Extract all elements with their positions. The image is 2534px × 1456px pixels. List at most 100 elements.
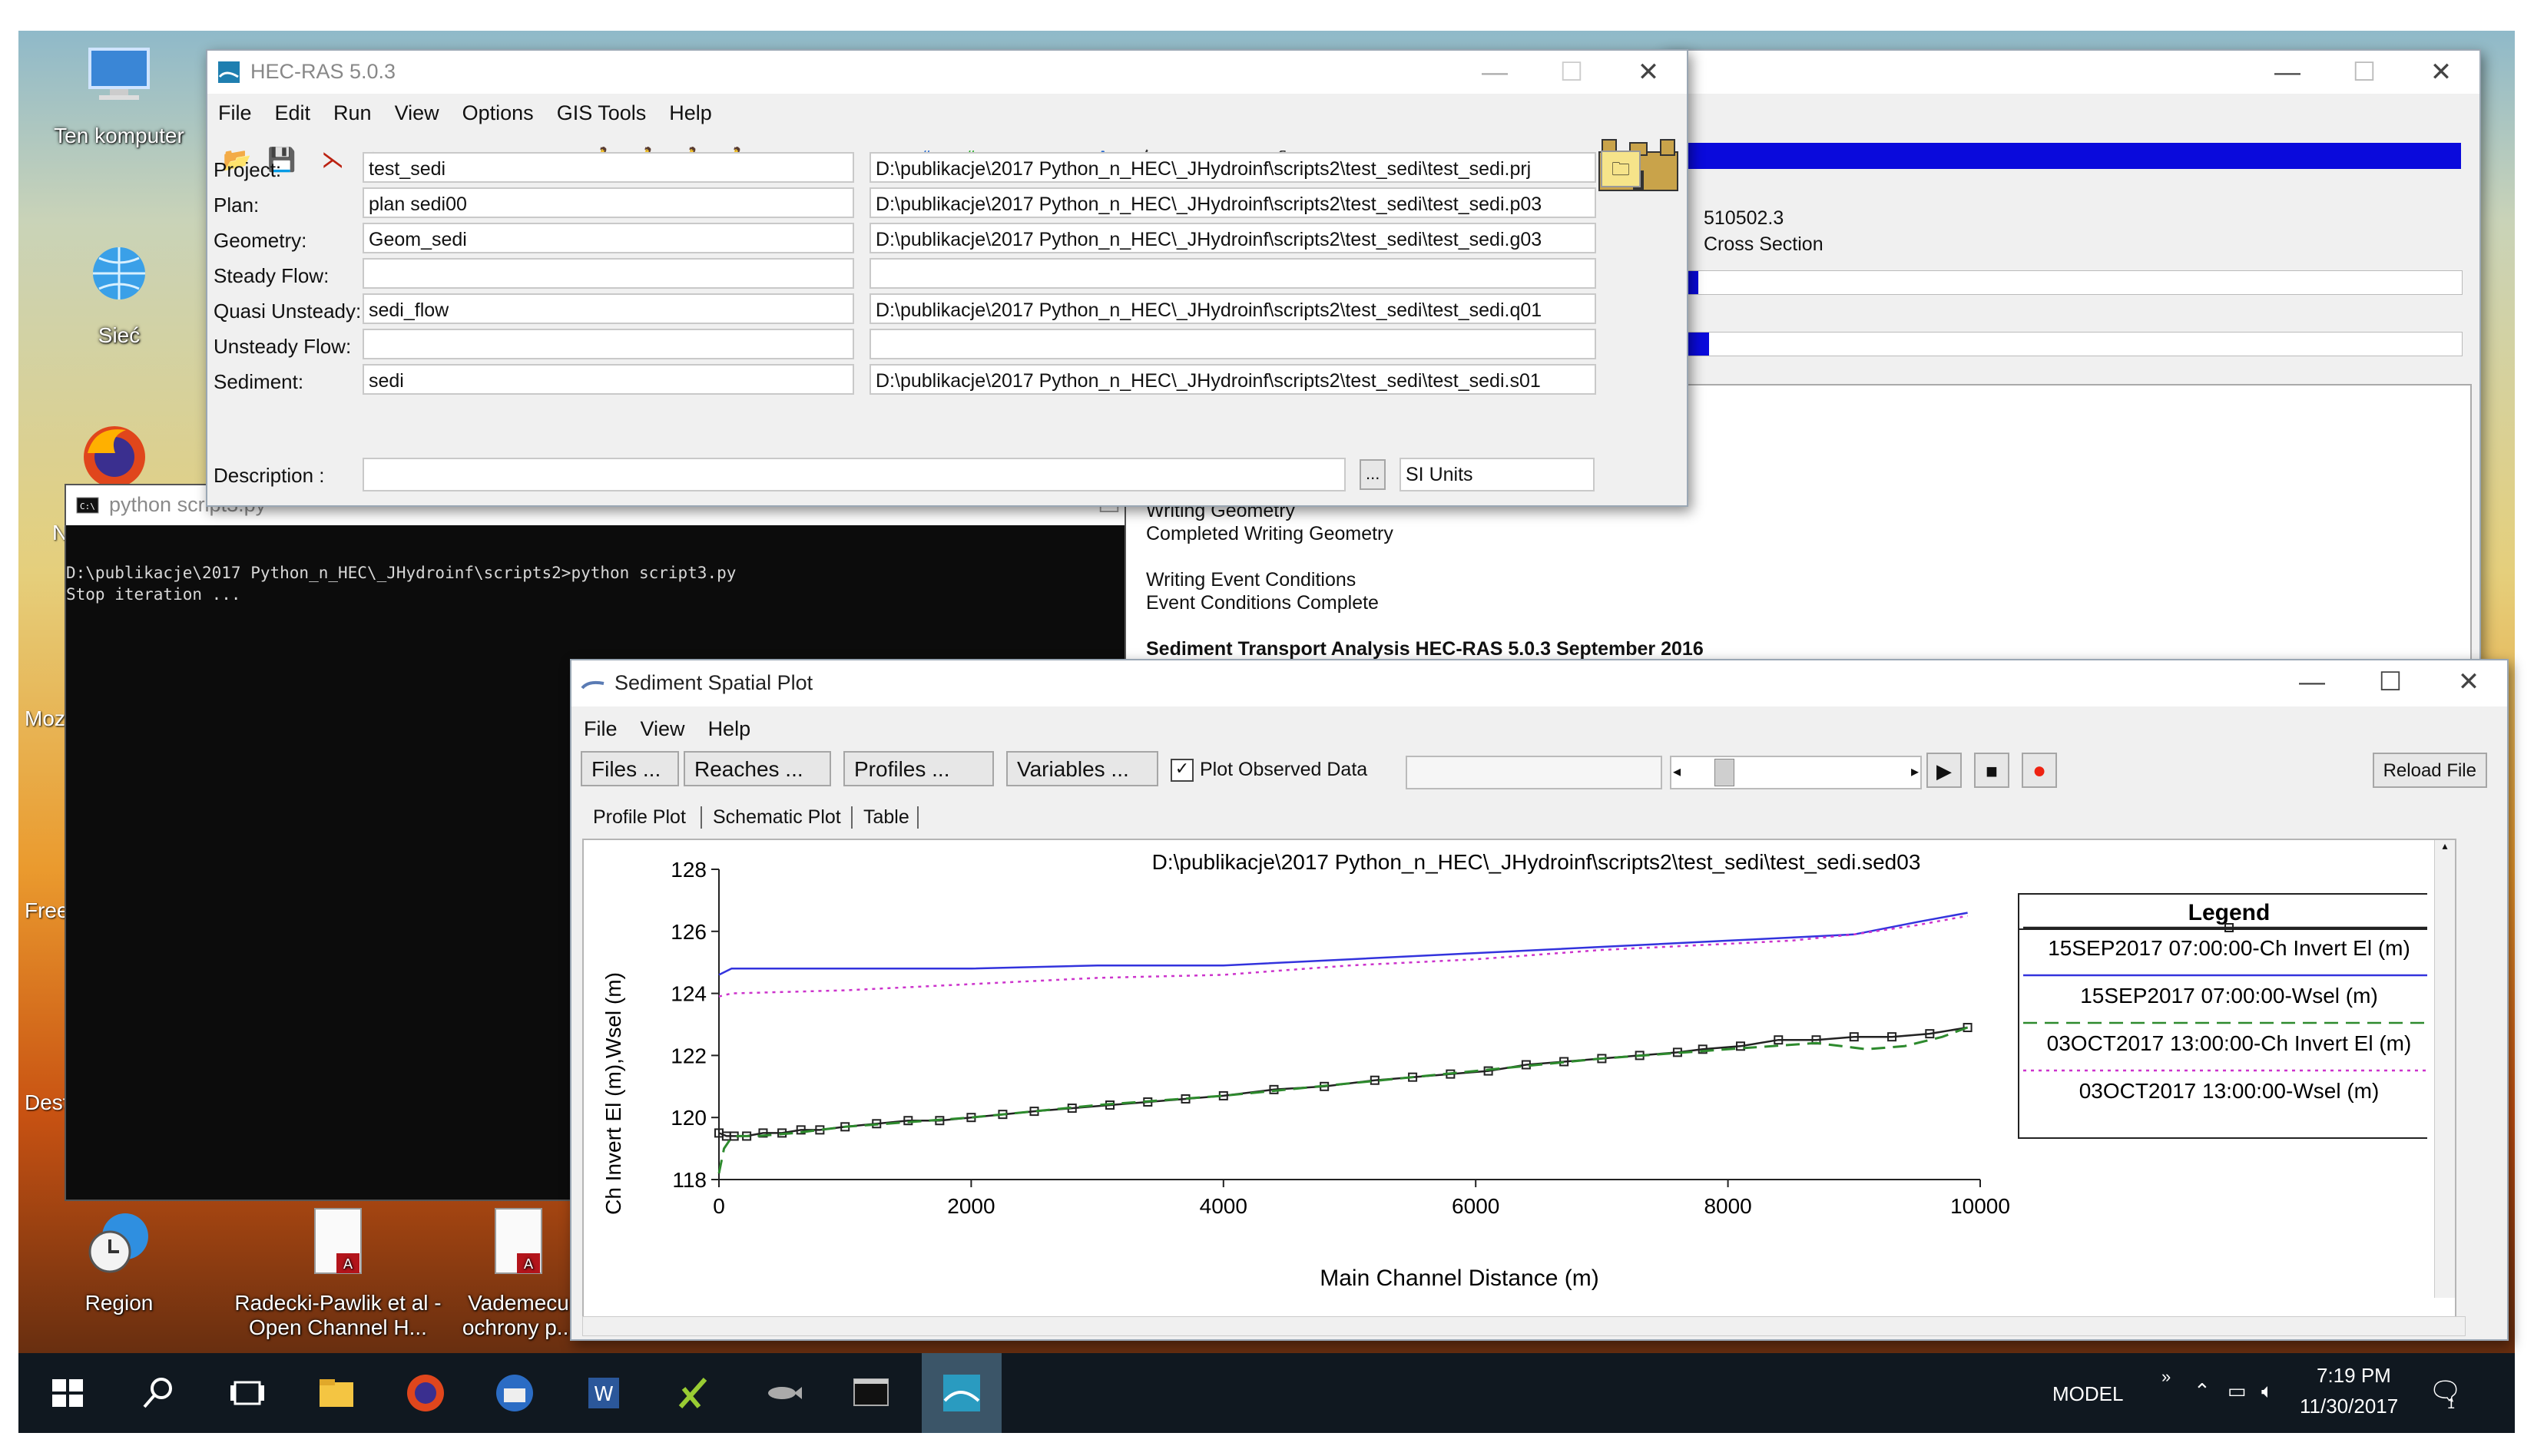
hecras-menubar: File Edit Run View Options GIS Tools Help: [218, 101, 1687, 125]
x-axis-label: Main Channel Distance (m): [1320, 1266, 1598, 1291]
slider-left-arrow-icon[interactable]: ◂: [1673, 762, 1681, 780]
desktop-icon-this-pc[interactable]: Ten komputer: [31, 38, 207, 148]
row-name-field[interactable]: plan sedi00: [363, 187, 854, 218]
slider-thumb[interactable]: [1714, 759, 1734, 786]
tray-chevron-more-icon[interactable]: »: [2161, 1367, 2171, 1387]
close-button[interactable]: ✕: [2403, 54, 2479, 91]
firefox-taskbar-icon[interactable]: [402, 1370, 449, 1416]
desktop-icon-label: Ten komputer: [54, 124, 184, 147]
minimize-button[interactable]: —: [1456, 54, 1533, 91]
record-button[interactable]: ●: [2022, 753, 2057, 788]
y-tick-label: 118: [672, 1168, 707, 1192]
hecras-taskbar-active[interactable]: [922, 1353, 1002, 1433]
tab-table[interactable]: Table: [851, 806, 919, 829]
menu-options[interactable]: Options: [462, 101, 534, 125]
y-axis-label: Ch Invert El (m),Wsel (m): [601, 972, 625, 1215]
row-label: Quasi Unsteady:: [214, 299, 362, 323]
row-path-field: D:\publikacje\2017 Python_n_HEC\_JHydroi…: [870, 364, 1596, 395]
battery-icon[interactable]: ▭: [2228, 1379, 2247, 1403]
y-tick-label: 128: [671, 858, 707, 882]
desktop-icon-label: Sieć: [98, 323, 141, 347]
row-name-field[interactable]: [363, 258, 854, 289]
desktop-icon-label: Radecki-Pawlik et al - Open Channel H...: [234, 1291, 442, 1339]
file-explorer-icon[interactable]: [313, 1370, 359, 1416]
row-label: Project:: [214, 158, 282, 181]
menu-edit[interactable]: Edit: [275, 101, 311, 125]
row-name-field[interactable]: sedi: [363, 364, 854, 395]
maximize-button[interactable]: ☐: [1533, 54, 1610, 91]
menu-gis-tools[interactable]: GIS Tools: [557, 101, 647, 125]
desktop-icon-region[interactable]: Region: [31, 1206, 207, 1315]
description-browse-button[interactable]: ...: [1360, 459, 1386, 490]
legend-title: Legend: [2188, 900, 2271, 925]
time-slider[interactable]: ◂ ▸: [1670, 756, 1922, 789]
legend-entry: 03OCT2017 13:00:00-Wsel (m): [2079, 1079, 2380, 1103]
menu-help[interactable]: Help: [708, 717, 751, 741]
folder-open-icon[interactable]: 🗀: [1601, 151, 1641, 187]
plot-observed-checkbox[interactable]: ✓: [1171, 759, 1194, 782]
row-name-field[interactable]: [363, 329, 854, 359]
maximize-button[interactable]: ☐: [2326, 54, 2403, 91]
tab-schematic-plot[interactable]: Schematic Plot: [701, 806, 841, 829]
console-output: D:\publikacje\2017 Python_n_HEC\_JHydroi…: [66, 564, 737, 604]
slider-right-arrow-icon[interactable]: ▸: [1911, 762, 1919, 780]
row-name-field[interactable]: Geom_sedi: [363, 223, 854, 253]
menu-view[interactable]: View: [395, 101, 439, 125]
variables-button[interactable]: Variables ...: [1006, 751, 1158, 786]
word-icon[interactable]: W: [581, 1370, 627, 1416]
chart-legend: Legend 15SEP2017 07:00:00-Ch Invert El (…: [2018, 893, 2427, 1139]
thunderbird-icon[interactable]: [492, 1370, 538, 1416]
task-view-icon[interactable]: [224, 1370, 270, 1416]
desktop-icon-label: Region: [84, 1291, 154, 1315]
row-path-field: [870, 329, 1596, 359]
desktop-icon-pdf-1[interactable]: A Radecki-Pawlik et al - Open Channel H.…: [230, 1206, 446, 1340]
vertical-scrollbar[interactable]: ▴: [2434, 840, 2455, 1298]
menu-help[interactable]: Help: [669, 101, 712, 125]
minimize-button[interactable]: —: [2249, 54, 2326, 91]
maximize-button[interactable]: ☐: [2352, 663, 2429, 700]
profiles-button[interactable]: Profiles ...: [843, 751, 994, 786]
reload-file-button[interactable]: Reload File: [2372, 753, 2487, 788]
menu-view[interactable]: View: [641, 717, 685, 741]
profile-plot-area[interactable]: D:\publikacje\2017 Python_n_HEC\_JHydroi…: [582, 839, 2456, 1318]
stop-button[interactable]: ■: [1974, 753, 2009, 788]
series-line: [718, 912, 1968, 976]
y-tick-label: 122: [671, 1044, 707, 1067]
x-tick-label: 0: [713, 1194, 725, 1218]
row-name-field[interactable]: test_sedi: [363, 152, 854, 183]
notification-icon[interactable]: 🗨︎: [2429, 1376, 2462, 1407]
horizontal-scrollbar[interactable]: [582, 1316, 2466, 1336]
console-taskbar-icon[interactable]: [848, 1370, 894, 1416]
hecras-title: HEC-RAS 5.0.3: [250, 60, 396, 83]
menu-run[interactable]: Run: [333, 101, 372, 125]
close-button[interactable]: ✕: [1610, 54, 1687, 91]
search-icon[interactable]: [135, 1370, 181, 1416]
files-button[interactable]: Files ...: [581, 751, 679, 786]
firefox-desktop-icon[interactable]: [80, 422, 149, 491]
close-button[interactable]: ✕: [2430, 663, 2507, 700]
reaches-button[interactable]: Reaches ...: [684, 751, 831, 786]
menu-file[interactable]: File: [584, 717, 618, 741]
tray-model-label[interactable]: MODEL: [2052, 1382, 2123, 1406]
progress-bar-profile: [1678, 270, 2463, 295]
row-path-field: D:\publikacje\2017 Python_n_HEC\_JHydroi…: [870, 293, 1596, 324]
desktop-icon-network[interactable]: Sieć: [31, 238, 207, 348]
row-label: Unsteady Flow:: [214, 335, 352, 358]
minimize-button[interactable]: —: [2274, 663, 2350, 700]
description-field[interactable]: [363, 458, 1346, 491]
menu-file[interactable]: File: [218, 101, 252, 125]
volume-icon[interactable]: 🔈︎: [2261, 1379, 2274, 1404]
pdf-file-icon: A: [495, 1208, 542, 1274]
app-fish-icon[interactable]: [759, 1370, 805, 1416]
windows-start-icon[interactable]: [45, 1370, 91, 1416]
tab-profile-plot[interactable]: Profile Plot: [593, 806, 686, 829]
chart-title: D:\publikacje\2017 Python_n_HEC\_JHydroi…: [1152, 850, 1921, 874]
play-button[interactable]: ▶: [1926, 753, 1962, 788]
row-name-field[interactable]: sedi_flow: [363, 293, 854, 324]
clock-time[interactable]: 7:19 PM: [2317, 1364, 2391, 1388]
clock-date[interactable]: 11/30/2017: [2300, 1395, 2398, 1418]
python-ide-icon[interactable]: [670, 1370, 716, 1416]
scroll-up-icon[interactable]: ▴: [2435, 840, 2455, 852]
geometry-editor-icon[interactable]: ⋋: [312, 140, 353, 181]
tray-overflow-icon[interactable]: ⌃: [2194, 1379, 2211, 1403]
